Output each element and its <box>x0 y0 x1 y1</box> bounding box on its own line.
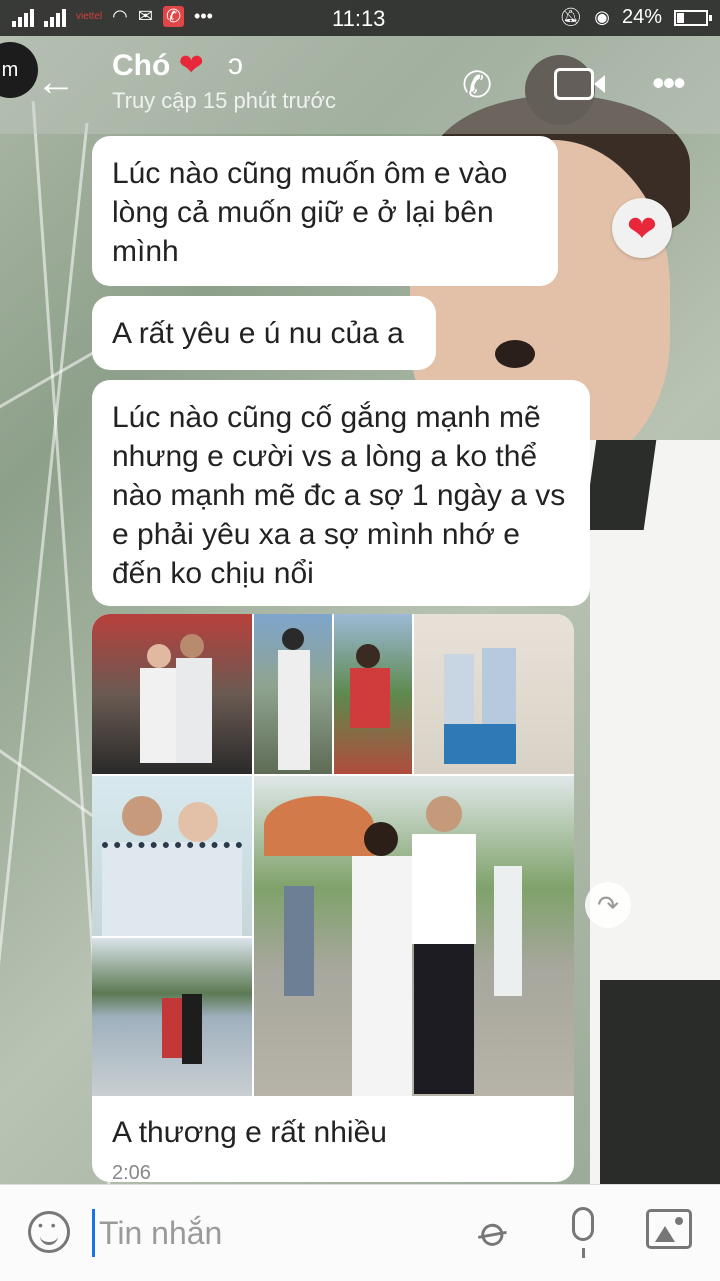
avatar[interactable]: m <box>0 42 38 98</box>
photo-caption: A thương e rất nhiều <box>112 1116 387 1149</box>
photo-message[interactable]: A thương e rất nhiều 2:06 <box>92 614 574 1182</box>
attachment-clip-icon[interactable]: ⌀ <box>470 1204 519 1259</box>
wallpaper-shadow <box>600 980 720 1200</box>
back-arrow-icon[interactable]: ← <box>36 62 76 102</box>
photo-thumbnail[interactable] <box>254 776 574 1096</box>
contact-name-text: Chó <box>112 49 171 82</box>
more-options-icon[interactable]: ••• <box>652 62 686 104</box>
forward-share-icon[interactable]: ↷ <box>585 882 631 928</box>
microphone-icon[interactable] <box>572 1207 594 1258</box>
status-right: 🔕︎ ◉ 24% <box>559 6 712 29</box>
contact-name[interactable]: Chó ❤ <box>112 48 204 83</box>
message-bubble[interactable]: A rất yêu e ú nu của a <box>92 296 436 370</box>
wallpaper-collar <box>583 440 657 530</box>
photo-collage[interactable] <box>92 614 574 1096</box>
gmail-icon: ✉ <box>137 6 153 26</box>
heart-reaction-icon[interactable]: ❤ <box>612 198 672 258</box>
message-bubble[interactable]: Lúc nào cũng muốn ôm e vào lòng cả muốn … <box>92 136 558 286</box>
signal-icon <box>12 7 34 27</box>
status-left: viettel ◠ ✉ ✆ ••• <box>12 6 213 27</box>
image-picker-icon[interactable] <box>646 1209 692 1249</box>
heart-emoji: ❤ <box>178 49 204 82</box>
signal-icon <box>44 7 66 27</box>
message-input[interactable] <box>92 1209 459 1257</box>
message-bubble[interactable]: Lúc nào cũng cố gắng mạnh mẽ nhưng e cườ… <box>92 380 590 606</box>
wifi-icon: ◠ <box>112 6 128 26</box>
mute-bell-icon: 🔕︎ <box>559 7 583 27</box>
battery-icon <box>674 9 712 26</box>
photo-thumbnail[interactable] <box>414 614 574 774</box>
photo-thumbnail[interactable] <box>92 938 252 1096</box>
phone-call-icon[interactable]: ✆ <box>462 64 492 106</box>
video-call-icon[interactable] <box>554 68 605 100</box>
more-notifications-icon: ••• <box>194 6 213 26</box>
carrier-logo: viettel <box>76 11 103 22</box>
status-bar: viettel ◠ ✉ ✆ ••• 11:13 🔕︎ ◉ 24% <box>0 0 720 36</box>
clock: 11:13 <box>332 6 386 31</box>
emoji-icon[interactable] <box>28 1211 70 1253</box>
battery-level <box>677 12 685 23</box>
ear-icon: ↄ︎ <box>228 48 243 81</box>
battery-percent: 24% <box>621 6 662 28</box>
eye-icon: ◉ <box>594 7 610 27</box>
missed-call-icon: ✆ <box>162 6 185 27</box>
message-time: 2:06 <box>112 1162 151 1182</box>
wallpaper-eye <box>495 340 535 368</box>
last-seen-status: Truy cập 15 phút trước <box>112 88 336 113</box>
photo-thumbnail[interactable] <box>334 614 412 774</box>
composer-bar: ⌀ <box>0 1184 720 1281</box>
photo-thumbnail[interactable] <box>92 776 252 936</box>
photo-thumbnail[interactable] <box>254 614 332 774</box>
photo-thumbnail[interactable] <box>92 614 252 774</box>
chat-header: m ← Chó ❤ ↄ︎ Truy cập 15 phút trước ✆ ••… <box>0 36 720 134</box>
